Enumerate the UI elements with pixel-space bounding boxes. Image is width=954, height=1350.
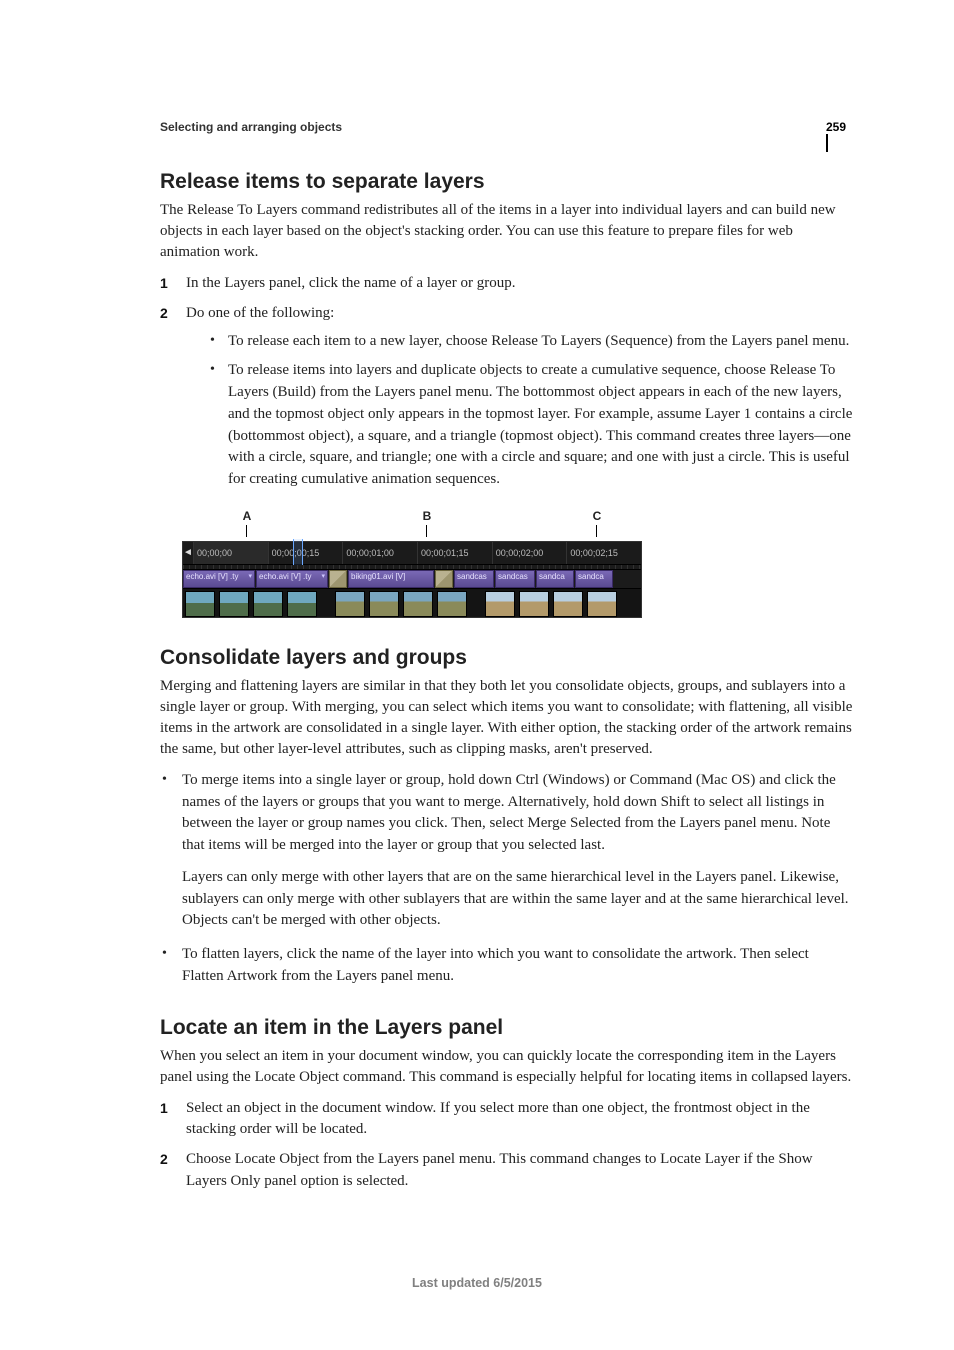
thumb-1	[185, 591, 215, 617]
thumb-11	[553, 591, 583, 617]
heading-release: Release items to separate layers	[160, 170, 854, 194]
timeline-track-1: echo.avi [V] .ty ▾ echo.avi [V] .ty ▾ biki…	[183, 570, 641, 589]
locate-step-1: Select an object in the document window.…	[160, 1098, 854, 1142]
clip-4: sandcas	[454, 570, 494, 588]
thumb-2	[219, 591, 249, 617]
consolidate-bullet-1-text: To merge items into a single layer or gr…	[182, 772, 836, 853]
clip-1: echo.avi [V] .ty ▾	[183, 570, 255, 588]
playhead-icon	[293, 539, 303, 565]
clip-1-label: echo.avi [V] .ty	[186, 572, 238, 581]
consolidate-bullet-1: To merge items into a single layer or gr…	[160, 770, 854, 932]
figure-ticks	[182, 525, 642, 537]
timeline: ◄ 00;00;00 00;00;00;15 00;00;01;00 00;00…	[182, 541, 642, 618]
ruler-cell-3: 00;00;01;15	[417, 542, 492, 564]
ruler-arrow-left-icon: ◄	[183, 547, 193, 558]
thumb-3	[253, 591, 283, 617]
step-2-text: Do one of the following:	[186, 305, 334, 321]
ruler-cell-5: 00;00;02;15	[566, 542, 641, 564]
tick-b	[426, 525, 427, 537]
clip-2: echo.avi [V] .ty ▾	[256, 570, 328, 588]
tick-c	[596, 525, 597, 537]
page-number-wrap: 259	[826, 120, 854, 152]
ruler-cell-0: 00;00;00	[193, 542, 268, 564]
steps-locate: Select an object in the document window.…	[160, 1098, 854, 1193]
breadcrumb: Selecting and arranging objects	[160, 120, 854, 134]
step-1: In the Layers panel, click the name of a…	[160, 273, 854, 295]
timeline-ruler: ◄ 00;00;00 00;00;00;15 00;00;01;00 00;00…	[183, 542, 641, 565]
figure-label-b: B	[392, 509, 462, 523]
clip-6: sandca	[536, 570, 574, 588]
consolidate-bullet-1-sub: Layers can only merge with other layers …	[182, 867, 854, 932]
thumb-gap	[319, 589, 333, 617]
page-number: 259	[826, 120, 854, 134]
heading-locate: Locate an item in the Layers panel	[160, 1016, 854, 1040]
list-consolidate: To merge items into a single layer or gr…	[160, 770, 854, 988]
figure-label-c: C	[562, 509, 632, 523]
clip-2-label: echo.avi [V] .ty	[259, 572, 311, 581]
clip-menu-icon: ▾	[248, 572, 252, 580]
thumb-4	[287, 591, 317, 617]
page: 259 Selecting and arranging objects Rele…	[0, 0, 954, 1350]
transition-2-icon	[435, 570, 453, 588]
clip-7: sandca	[575, 570, 613, 588]
locate-step-2: Choose Locate Object from the Layers pan…	[160, 1149, 854, 1193]
thumb-10	[519, 591, 549, 617]
figure-labels: A B C	[182, 509, 642, 523]
figure-timeline: A B C ◄ 00;00;00 00;00;00;15 00;00;01;00…	[182, 509, 642, 618]
tick-a	[246, 525, 247, 537]
page-number-rule	[826, 134, 854, 152]
thumb-5	[335, 591, 365, 617]
thumb-12	[587, 591, 617, 617]
ruler-cell-2: 00;00;01;00	[342, 542, 417, 564]
step-2: Do one of the following: To release each…	[160, 303, 854, 491]
step-2b: To release items into layers and duplica…	[210, 360, 854, 491]
ruler-cell-4: 00;00;02;00	[492, 542, 567, 564]
clip-5: sandcas	[495, 570, 535, 588]
figure-label-a: A	[212, 509, 282, 523]
clip-3: biking01.avi [V]	[348, 570, 434, 588]
para-release-intro: The Release To Layers command redistribu…	[160, 200, 854, 263]
para-locate-intro: When you select an item in your document…	[160, 1046, 854, 1088]
footer-updated: Last updated 6/5/2015	[0, 1276, 954, 1290]
clip-menu-icon: ▾	[321, 572, 325, 580]
thumb-7	[403, 591, 433, 617]
step-2a: To release each item to a new layer, cho…	[210, 331, 854, 353]
para-consolidate-intro: Merging and flattening layers are simila…	[160, 676, 854, 760]
thumb-gap-2	[469, 589, 483, 617]
consolidate-bullet-2: To flatten layers, click the name of the…	[160, 944, 854, 988]
step-2-sublist: To release each item to a new layer, cho…	[210, 331, 854, 491]
steps-release: In the Layers panel, click the name of a…	[160, 273, 854, 491]
thumb-9	[485, 591, 515, 617]
heading-consolidate: Consolidate layers and groups	[160, 646, 854, 670]
timeline-thumbs	[183, 589, 641, 617]
transition-1-icon	[329, 570, 347, 588]
thumb-8	[437, 591, 467, 617]
thumb-6	[369, 591, 399, 617]
ruler-cell-1: 00;00;00;15	[268, 542, 343, 564]
